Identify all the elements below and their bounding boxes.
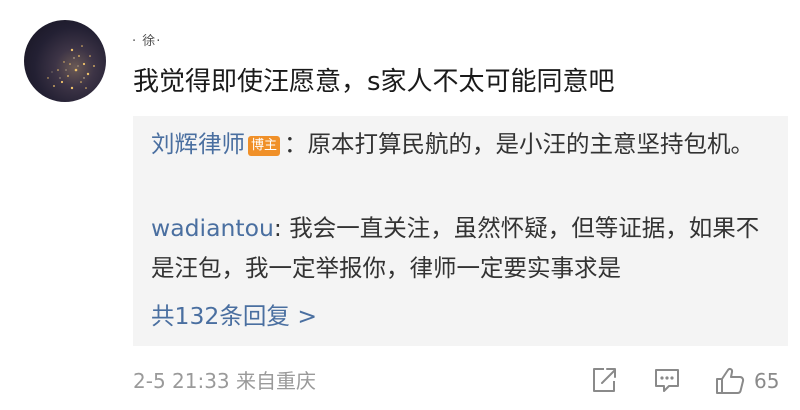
comment-card: · 徐· 我觉得即使汪愿意，s家人不太可能同意吧 刘辉律师 博主 ：原本打算民航的，…	[0, 0, 800, 410]
thumbs-up-icon	[716, 367, 745, 394]
view-all-replies-link[interactable]: 共132条回复 >	[151, 296, 317, 336]
blogger-badge: 博主	[248, 136, 281, 156]
reply-item: wadiantou: 我会一直关注，虽然怀疑，但等证据，如果不是汪包，我一定举报…	[151, 208, 771, 288]
avatar-image	[47, 45, 95, 90]
reply-item: 刘辉律师 博主 ：原本打算民航的，是小汪的主意坚持包机。	[151, 124, 771, 164]
replies-panel: 刘辉律师 博主 ：原本打算民航的，是小汪的主意坚持包机。 wadiantou: 我会…	[133, 116, 788, 346]
avatar[interactable]	[24, 20, 106, 102]
comment-meta: 2-5 21:33 来自重庆	[133, 364, 316, 398]
reply-author[interactable]: wadiantou	[151, 214, 274, 242]
comment-button[interactable]	[652, 366, 682, 396]
comment-icon	[655, 369, 679, 392]
comment-location: 来自重庆	[236, 369, 317, 393]
reply-text: 原本打算民航的，是小汪的主意坚持包机。	[307, 130, 755, 158]
comment-text: 我觉得即使汪愿意，s家人不太可能同意吧	[133, 67, 615, 97]
reply-separator: ：	[284, 130, 308, 158]
like-count: 65	[754, 369, 780, 393]
comment-username[interactable]: · 徐·	[132, 34, 161, 50]
reply-separator: :	[273, 214, 290, 242]
share-button[interactable]	[590, 366, 618, 396]
reply-author[interactable]: 刘辉律师	[151, 130, 245, 158]
share-icon	[593, 368, 616, 392]
comment-time: 2-5 21:33	[133, 369, 230, 393]
like-button[interactable]: 65	[714, 366, 794, 396]
